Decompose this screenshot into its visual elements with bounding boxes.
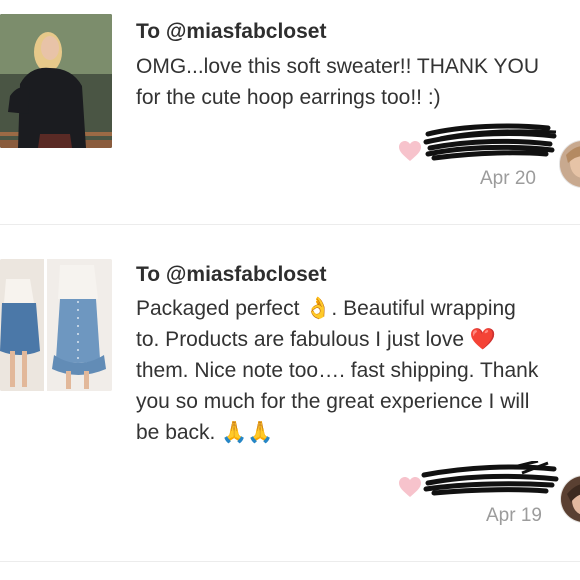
review-text: OMG...love this soft sweater!! THANK YOU… xyxy=(136,55,540,109)
divider xyxy=(0,561,580,562)
review-card: To @miasfabcloset Packaged perfect 👌. Be… xyxy=(0,225,580,561)
review-date: Apr 20 xyxy=(480,168,536,189)
review-card: To @miasfabcloset OMG...love this soft s… xyxy=(0,0,580,224)
review-date: Apr 19 xyxy=(486,505,542,526)
heart-icon[interactable] xyxy=(398,140,422,162)
reviewer-avatar-photo xyxy=(560,141,580,187)
heart-icon[interactable] xyxy=(398,476,422,498)
redaction-scribble xyxy=(423,123,557,161)
woman-black-sweater-photo xyxy=(0,14,112,148)
reviewer-avatar-photo xyxy=(561,476,580,522)
reviewer-avatar[interactable] xyxy=(559,140,580,188)
product-thumbnail[interactable] xyxy=(0,259,112,391)
product-thumbnail[interactable] xyxy=(0,14,112,148)
review-text: Packaged perfect 👌. Beautiful wrapping t… xyxy=(136,297,539,444)
review-recipient[interactable]: To @miasfabcloset xyxy=(136,263,326,287)
reviewer-avatar[interactable] xyxy=(560,475,580,523)
denim-skirt-outfit-photos xyxy=(0,259,112,391)
redaction-scribble xyxy=(421,461,559,496)
review-recipient[interactable]: To @miasfabcloset xyxy=(136,20,326,44)
